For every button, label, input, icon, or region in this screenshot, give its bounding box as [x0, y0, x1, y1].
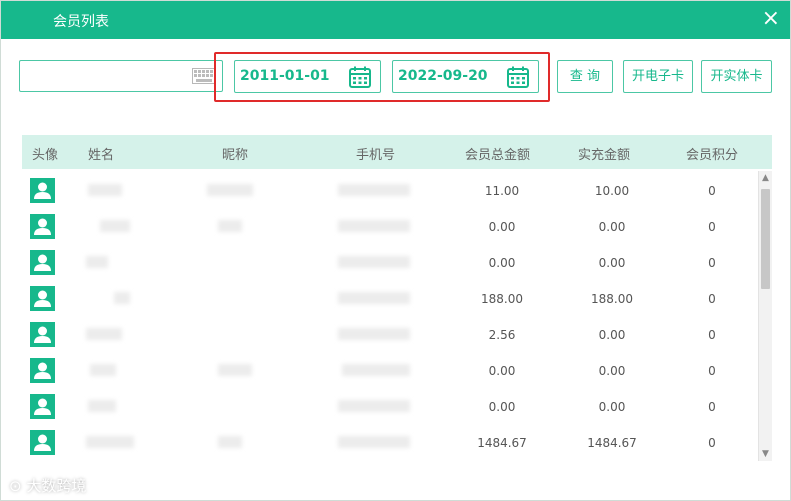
blurred-nickname — [207, 184, 253, 196]
header-nickname: 昵称 — [222, 148, 249, 163]
header-recharge-amount: 实充金额 — [578, 148, 631, 163]
total-amount-cell: 0.00 — [488, 364, 516, 378]
avatar-icon — [30, 358, 55, 383]
scrollbar-thumb[interactable] — [761, 189, 770, 289]
avatar-icon — [30, 394, 55, 419]
total-amount-cell: 188.00 — [481, 292, 523, 306]
blurred-name — [86, 256, 108, 268]
blurred-phone — [338, 328, 410, 340]
header-avatar: 头像 — [32, 148, 59, 163]
table-row[interactable]: 0.00 0.00 0 — [22, 387, 758, 423]
total-amount-cell: 0.00 — [488, 400, 516, 414]
recharge-amount-cell: 0.00 — [598, 364, 626, 378]
points-cell: 0 — [708, 400, 716, 414]
points-cell: 0 — [708, 220, 716, 234]
blurred-nickname — [218, 364, 252, 376]
blurred-name — [86, 436, 134, 448]
table-row[interactable]: 0.00 0.00 0 — [22, 351, 758, 387]
scroll-up-arrow-icon[interactable]: ▲ — [759, 171, 772, 185]
blurred-name — [90, 364, 116, 376]
open-electronic-card-button[interactable]: 开电子卡 — [623, 60, 693, 93]
table-row[interactable]: 2.56 0.00 0 — [22, 315, 758, 351]
avatar-icon — [30, 430, 55, 455]
header-phone: 手机号 — [356, 148, 396, 163]
member-list-dialog: 会员列表 × 2011-01-01 2022-09-20 查 询 开电子卡 开实… — [0, 0, 791, 501]
total-amount-cell: 0.00 — [488, 220, 516, 234]
points-cell: 0 — [708, 364, 716, 378]
member-table-body: 11.00 10.00 0 0.00 0.00 0 0.00 0.00 0 188.00 188.0… — [22, 171, 758, 461]
avatar-icon — [30, 214, 55, 239]
points-cell: 0 — [708, 436, 716, 450]
blurred-name — [88, 184, 122, 196]
points-cell: 0 — [708, 328, 716, 342]
blurred-name — [114, 292, 130, 304]
open-physical-card-button[interactable]: 开实体卡 — [701, 60, 772, 93]
blurred-phone — [342, 364, 410, 376]
points-cell: 0 — [708, 292, 716, 306]
blurred-phone — [338, 256, 410, 268]
blurred-phone — [338, 400, 410, 412]
scroll-down-arrow-icon[interactable]: ▼ — [759, 447, 772, 461]
search-input[interactable] — [23, 63, 187, 91]
points-cell: 0 — [708, 256, 716, 270]
total-amount-cell: 11.00 — [484, 184, 520, 198]
recharge-amount-cell: 0.00 — [598, 400, 626, 414]
search-field[interactable] — [19, 60, 223, 92]
header-name: 姓名 — [88, 148, 115, 163]
blurred-phone — [338, 220, 410, 232]
avatar-icon — [30, 286, 55, 311]
blurred-nickname — [218, 436, 242, 448]
blurred-phone — [338, 184, 410, 196]
table-row[interactable]: 188.00 188.00 0 — [22, 279, 758, 315]
table-header: 头像 姓名 昵称 手机号 会员总金额 实充金额 会员积分 — [22, 135, 772, 169]
recharge-amount-cell: 1484.67 — [587, 436, 637, 450]
recharge-amount-cell: 0.00 — [598, 328, 626, 342]
avatar-icon — [30, 178, 55, 203]
watermark-text: 大数跨境 — [26, 477, 87, 495]
blurred-nickname — [218, 220, 242, 232]
date-range-highlight — [214, 52, 550, 102]
vertical-scrollbar[interactable]: ▲ ▼ — [758, 171, 772, 461]
points-cell: 0 — [708, 184, 716, 198]
total-amount-cell: 0.00 — [488, 256, 516, 270]
recharge-amount-cell: 10.00 — [594, 184, 630, 198]
recharge-amount-cell: 188.00 — [591, 292, 633, 306]
table-row[interactable]: 1484.67 1484.67 0 — [22, 423, 758, 459]
keyboard-icon[interactable] — [192, 68, 216, 84]
recharge-amount-cell: 0.00 — [598, 220, 626, 234]
blurred-name — [88, 400, 116, 412]
avatar-icon — [30, 322, 55, 347]
blurred-name — [100, 220, 130, 232]
table-row[interactable]: 0.00 0.00 0 — [22, 243, 758, 279]
table-row[interactable]: 0.00 0.00 0 — [22, 207, 758, 243]
total-amount-cell: 2.56 — [488, 328, 516, 342]
recharge-amount-cell: 0.00 — [598, 256, 626, 270]
blurred-phone — [338, 292, 410, 304]
watermark-logo: ⊙ 大数跨境 — [9, 477, 87, 495]
header-points: 会员积分 — [686, 148, 739, 163]
table-row[interactable]: 11.00 10.00 0 — [22, 171, 758, 207]
blurred-name — [86, 328, 122, 340]
header-total-amount: 会员总金额 — [465, 148, 531, 163]
total-amount-cell: 1484.67 — [477, 436, 527, 450]
dialog-titlebar: 会员列表 × — [1, 1, 790, 39]
close-icon[interactable]: × — [762, 6, 780, 32]
query-button[interactable]: 查 询 — [557, 60, 613, 93]
blurred-phone — [338, 436, 410, 448]
avatar-icon — [30, 250, 55, 275]
dialog-title: 会员列表 — [53, 14, 109, 30]
